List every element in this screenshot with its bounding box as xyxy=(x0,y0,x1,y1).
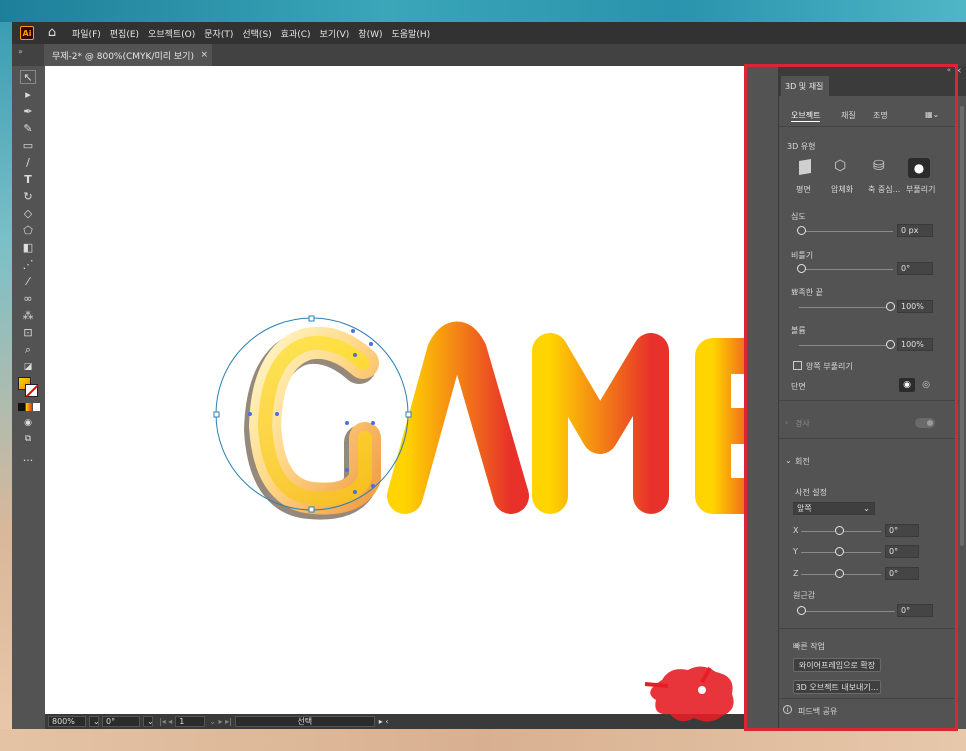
draw-mode-icon[interactable]: ◉ xyxy=(20,416,36,430)
letter-a xyxy=(387,321,529,514)
artboard-number-field[interactable]: 1 xyxy=(175,716,206,727)
collapse-toolbar-icon[interactable]: » xyxy=(18,47,23,56)
desktop-background-bottom xyxy=(0,729,966,751)
letter-m xyxy=(532,333,669,514)
paintbrush-tool-icon[interactable]: / xyxy=(20,156,36,170)
first-artboard-icon[interactable]: |◂ ◂ xyxy=(159,717,172,726)
screen-mode-icon[interactable]: ⧉ xyxy=(20,432,36,446)
direct-selection-tool-icon[interactable]: ▸ xyxy=(20,88,36,102)
menu-object[interactable]: 오브젝트(O) xyxy=(148,27,195,40)
next-artboard-icon[interactable]: ⌄ ▸ ▸| xyxy=(209,717,232,726)
panel-scrollbar-thumb[interactable] xyxy=(960,106,964,546)
menu-effect[interactable]: 효과(C) xyxy=(281,27,311,40)
symbol-sprayer-tool-icon[interactable]: ⁂ xyxy=(20,309,36,323)
document-tabbar: » 무제-2* @ 800%(CMYK/미리 보기) × xyxy=(12,44,966,66)
tools-panel: ↖ ▸ ✒ ✎ ▭ / T ↻ ◇ ⬠ ◧ ⋰ ⁄ ∞ ⁂ ⊡ ⌕ ◪ ⇆ ◉ … xyxy=(12,66,44,729)
artboard-canvas[interactable] xyxy=(45,66,745,714)
status-mode[interactable]: 선택 xyxy=(234,716,375,727)
highlight-annotation-box xyxy=(744,64,958,731)
mesh-tool-icon[interactable]: ⋰ xyxy=(20,258,36,272)
status-arrow-icon[interactable]: ▸ ‹ xyxy=(379,717,389,726)
curvature-tool-icon[interactable]: ✎ xyxy=(20,122,36,136)
menu-file[interactable]: 파일(F) xyxy=(72,27,101,40)
red-splat-annotation xyxy=(644,666,734,722)
eraser-tool-icon[interactable]: ◇ xyxy=(20,207,36,221)
artwork-svg xyxy=(213,315,745,520)
color-mode-buttons[interactable] xyxy=(18,403,41,411)
eyedropper-tool-icon[interactable]: ⁄ xyxy=(20,275,36,289)
rotation-field[interactable]: 0° xyxy=(102,716,140,727)
menu-select[interactable]: 선택(S) xyxy=(242,27,271,40)
home-icon[interactable]: ⌂ xyxy=(44,25,60,41)
blend-tool-icon[interactable]: ∞ xyxy=(20,292,36,306)
app-logo: Ai xyxy=(20,26,34,40)
artboard-tool-icon[interactable]: ⊡ xyxy=(20,326,36,340)
zoom-field[interactable]: 800% xyxy=(48,716,86,727)
rotation-dropdown-icon[interactable]: ⌄ xyxy=(143,716,154,727)
panel-scrollbar[interactable] xyxy=(959,106,965,716)
stroke-swatch[interactable] xyxy=(25,384,39,397)
close-tab-icon[interactable]: × xyxy=(200,50,208,60)
menu-window[interactable]: 창(W) xyxy=(358,27,382,40)
rectangle-tool-icon[interactable]: ▭ xyxy=(20,139,36,153)
desktop-background-top xyxy=(0,0,966,22)
menu-help[interactable]: 도움말(H) xyxy=(392,27,431,40)
menu-view[interactable]: 보기(V) xyxy=(320,27,350,40)
menubar: Ai ⌂ 파일(F) 편집(E) 오브젝트(O) 문자(T) 선택(S) 효과(… xyxy=(12,22,966,44)
more-tools-icon[interactable]: ··· xyxy=(20,454,36,468)
letter-g-3d xyxy=(244,326,381,520)
selection-tool-icon[interactable]: ↖ xyxy=(20,70,36,84)
document-tab-title: 무제-2* @ 800%(CMYK/미리 보기) xyxy=(52,51,194,62)
default-colors-icon[interactable]: ◪ ⇆ xyxy=(20,360,36,386)
menu-edit[interactable]: 편집(E) xyxy=(110,27,139,40)
zoom-dropdown-icon[interactable]: ⌄ xyxy=(89,716,100,727)
rotate-tool-icon[interactable]: ↻ xyxy=(20,190,36,204)
type-tool-icon[interactable]: T xyxy=(20,173,36,187)
panel-tab-3d[interactable]: 3D 및 재질 xyxy=(781,76,829,96)
zoom-tool-icon[interactable]: ⌕ xyxy=(20,343,36,357)
letter-e xyxy=(695,338,745,514)
pen-tool-icon[interactable]: ✒ xyxy=(20,105,36,119)
shape-builder-tool-icon[interactable]: ⬠ xyxy=(20,224,36,238)
desktop-background-left xyxy=(0,22,12,751)
menu-type[interactable]: 문자(T) xyxy=(204,27,233,40)
gradient-tool-icon[interactable]: ◧ xyxy=(20,241,36,255)
document-tab[interactable]: 무제-2* @ 800%(CMYK/미리 보기) × xyxy=(44,44,212,66)
